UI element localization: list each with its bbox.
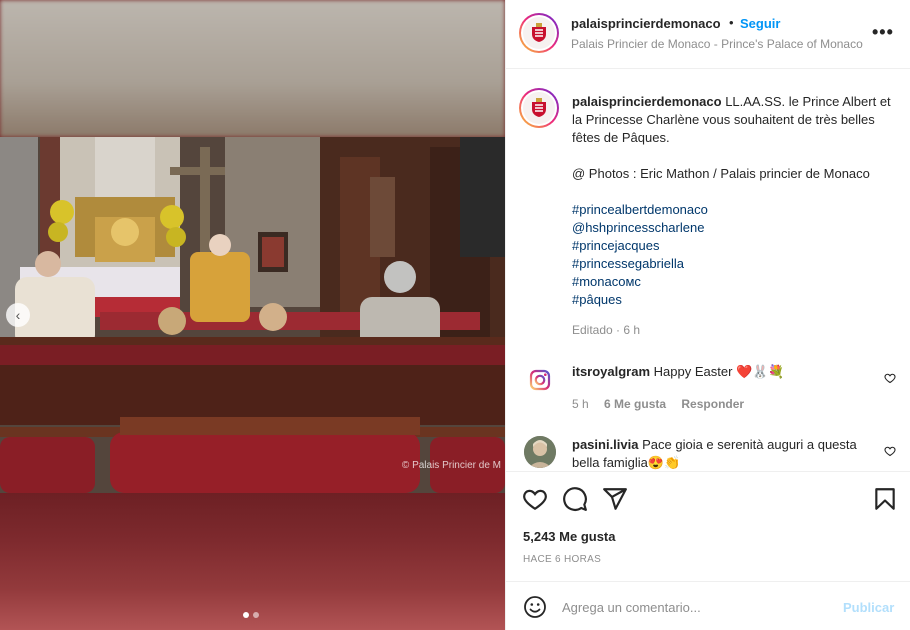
header-username[interactable]: palaisprincierdemonaco (571, 16, 721, 31)
carousel-dot (253, 612, 259, 618)
post-caption: palaisprincierdemonaco LL.AA.SS. le Prin… (572, 93, 902, 309)
hashtag-link[interactable]: #pâques (572, 291, 902, 309)
carousel-dot-active (243, 612, 249, 618)
comment-input[interactable] (562, 594, 832, 620)
comment-text-block: itsroyalgram Happy Easter ❤️🐰💐 (572, 363, 872, 381)
publish-button[interactable]: Publicar (843, 600, 894, 615)
post-time: HACE 6 HORAS (523, 554, 602, 565)
post-photo: © Palais Princier de M (0, 137, 505, 493)
add-comment-bar: Publicar (506, 581, 910, 630)
comment-like-heart-icon[interactable] (884, 445, 896, 457)
likes-count[interactable]: 5,243 Me gusta (523, 529, 616, 544)
comment-like-heart-icon[interactable] (884, 372, 896, 384)
comment-username[interactable]: pasini.livia (572, 437, 638, 452)
caption-edited-time: Editado · 6 h (572, 323, 641, 337)
carousel-prev-button[interactable]: ‹ (6, 303, 30, 327)
chevron-left-icon: ‹ (15, 307, 21, 323)
comment-likes-link[interactable]: 6 Me gusta (604, 397, 666, 411)
monaco-crest-icon (523, 17, 555, 49)
instagram-logo-avatar-icon[interactable] (524, 364, 556, 396)
follow-button[interactable]: Seguir (740, 16, 780, 31)
monaco-crest-icon (523, 92, 555, 124)
photo-watermark: © Palais Princier de M (401, 460, 501, 471)
header-separator: • (729, 15, 734, 30)
bookmark-icon[interactable] (872, 486, 898, 512)
media-blur-bottom (0, 493, 505, 630)
post-header: palaisprincierdemonaco • Seguir Palais P… (506, 0, 910, 69)
hashtag-link[interactable]: #monacoмс (572, 273, 902, 291)
media-blur-top (0, 0, 505, 137)
caption-credit: @ Photos : Eric Mathon / Palais princier… (572, 166, 870, 181)
more-options-icon[interactable]: ••• (872, 22, 894, 43)
mention-link[interactable]: @hshprincesscharlene (572, 219, 902, 237)
heart-icon[interactable] (522, 486, 548, 512)
post-side-panel: palaisprincierdemonaco • Seguir Palais P… (505, 0, 910, 630)
comment-icon[interactable] (562, 486, 588, 512)
caption-hashtags: #princealbertdemonaco @hshprincesscharle… (572, 201, 902, 309)
hashtag-link[interactable]: #princejacques (572, 237, 902, 255)
chapel-scene (0, 137, 505, 493)
hashtag-link[interactable]: #princealbertdemonaco (572, 201, 902, 219)
caption-username[interactable]: palaisprincierdemonaco (572, 94, 722, 109)
reply-button[interactable]: Responder (681, 397, 744, 411)
emoji-icon[interactable] (523, 595, 547, 619)
hashtag-link[interactable]: #princessegabriella (572, 255, 902, 273)
comment-time: 5 h (572, 397, 589, 411)
post-actions: 5,243 Me gusta HACE 6 HORAS (506, 471, 910, 581)
header-avatar[interactable] (519, 13, 559, 53)
comment-username[interactable]: itsroyalgram (572, 364, 650, 379)
comment-meta: 5 h 6 Me gusta Responder (572, 397, 744, 411)
caption-avatar[interactable] (519, 88, 559, 128)
user-avatar[interactable] (524, 436, 556, 468)
share-paper-plane-icon[interactable] (602, 486, 628, 512)
post-location[interactable]: Palais Princier de Monaco - Prince's Pal… (571, 37, 863, 51)
comment-text: Happy Easter ❤️🐰💐 (653, 364, 785, 379)
comment-text-block: pasini.livia Pace gioia e serenità augur… (572, 436, 872, 471)
comments-section[interactable]: palaisprincierdemonaco LL.AA.SS. le Prin… (506, 70, 910, 471)
carousel-dots (243, 612, 259, 618)
post-media[interactable]: © Palais Princier de M ‹ (0, 0, 505, 630)
